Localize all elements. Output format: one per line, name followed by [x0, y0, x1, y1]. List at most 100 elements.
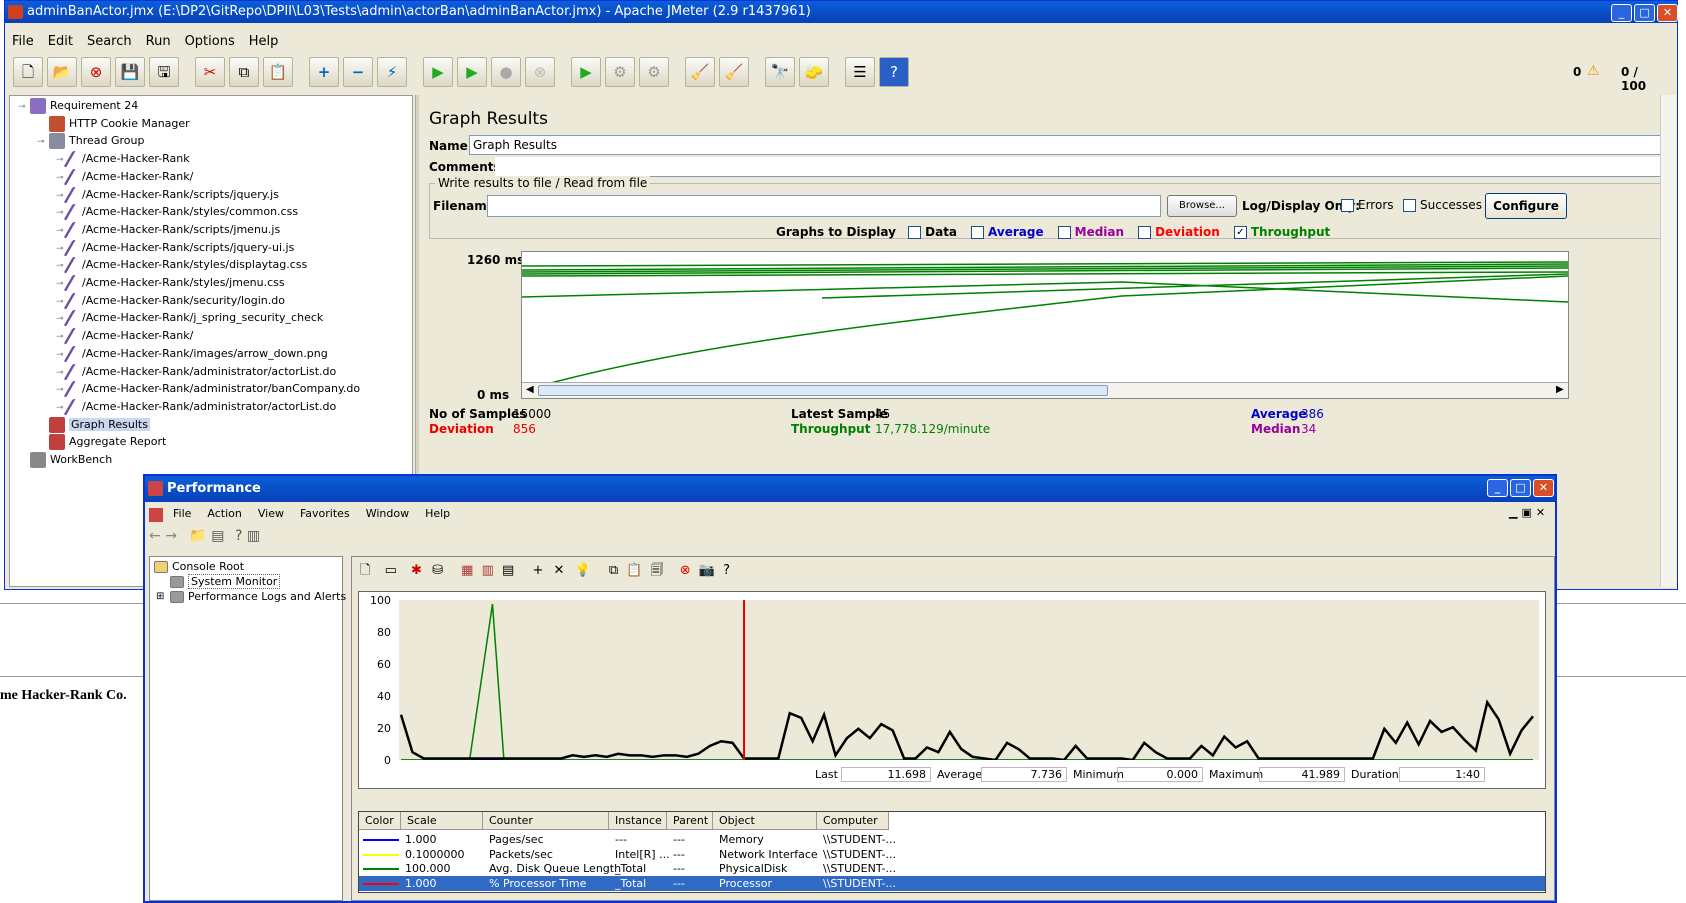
- tree-node[interactable]: ⊸/Acme-Hacker-Rank/scripts/jmenu.js: [56, 220, 280, 239]
- tree-node[interactable]: ⊸/Acme-Hacker-Rank/security/login.do: [56, 291, 285, 310]
- configure-button[interactable]: Configure: [1485, 193, 1567, 219]
- counter-row[interactable]: 1.000 % Processor Time _Total --- Processor \…: [359, 875, 1545, 891]
- successes-checkbox[interactable]: Successes: [1403, 198, 1482, 212]
- view-log-data-icon[interactable]: ⛁: [432, 563, 443, 578]
- paste-counter-list-icon[interactable]: 📋: [626, 563, 642, 578]
- tree-node[interactable]: ⊸/Acme-Hacker-Rank/administrator/actorLi…: [56, 362, 336, 381]
- mdi-window-controls[interactable]: ▁▣✕: [1509, 506, 1549, 519]
- show-tree-icon[interactable]: ▤: [211, 528, 224, 544]
- clear-display-icon[interactable]: ▭: [385, 563, 397, 578]
- view-histogram-icon[interactable]: ▥: [482, 563, 494, 578]
- tree-node[interactable]: ⊸/Acme-Hacker-Rank/administrator/banComp…: [56, 379, 360, 398]
- tree-node[interactable]: ⊸/Acme-Hacker-Rank/styles/jmenu.css: [56, 273, 285, 292]
- console-tree-node[interactable]: Console Root: [154, 559, 244, 574]
- tree-node[interactable]: ⊸/Acme-Hacker-Rank/styles/displaytag.css: [56, 255, 307, 274]
- pf-menu-action[interactable]: Action: [199, 504, 249, 523]
- tree-node[interactable]: ⊸/Acme-Hacker-Rank/: [56, 167, 193, 186]
- graph-check-average[interactable]: Average: [971, 225, 1044, 239]
- col-instance[interactable]: Instance: [609, 812, 667, 830]
- open-icon[interactable]: 📂: [47, 57, 77, 87]
- clear-all-icon[interactable]: 🧹: [719, 57, 749, 87]
- pf-menu-file[interactable]: File: [165, 504, 199, 523]
- menu-search[interactable]: Search: [80, 31, 139, 52]
- graph-check-median[interactable]: Median: [1057, 225, 1124, 239]
- remote-shutdown-icon[interactable]: ⚙: [639, 57, 669, 87]
- close-button[interactable]: ✕: [1657, 4, 1678, 22]
- maximize-button[interactable]: □: [1634, 4, 1655, 22]
- help-icon[interactable]: ?: [879, 57, 909, 87]
- counter-row[interactable]: 100.000 Avg. Disk Queue Length _Total --- Ph…: [359, 861, 1545, 876]
- scroll-left-icon[interactable]: ◀: [526, 384, 534, 395]
- freeze-display-icon[interactable]: ⊗: [680, 563, 691, 578]
- remote-stop-icon[interactable]: ⚙: [605, 57, 635, 87]
- name-field[interactable]: Graph Results: [469, 135, 1669, 155]
- graph-check-data[interactable]: Data: [908, 225, 957, 239]
- comments-field[interactable]: [495, 157, 1669, 177]
- console-tree-node[interactable]: ⊞ Performance Logs and Alerts: [156, 589, 346, 604]
- successes-check-box[interactable]: [1403, 199, 1416, 212]
- paste-icon[interactable]: 📋: [263, 57, 293, 87]
- menu-edit[interactable]: Edit: [41, 31, 80, 52]
- menu-help[interactable]: Help: [242, 31, 286, 52]
- graph-scrollbar[interactable]: ◀ ▶: [522, 382, 1568, 398]
- jmeter-vertical-scrollbar[interactable]: [1660, 95, 1676, 587]
- expand-icon[interactable]: ⊞: [156, 589, 164, 604]
- stop-icon[interactable]: ●: [491, 57, 521, 87]
- graph-check-box[interactable]: [1138, 226, 1152, 239]
- pf-menu-window[interactable]: Window: [358, 504, 417, 523]
- scroll-right-icon[interactable]: ▶: [1556, 384, 1564, 395]
- function-helper-icon[interactable]: ☰: [845, 57, 875, 87]
- perf-minimize-button[interactable]: _: [1487, 479, 1508, 497]
- col-parent[interactable]: Parent: [667, 812, 713, 830]
- tree-expander-icon[interactable]: ⊸: [37, 133, 49, 152]
- errors-checkbox[interactable]: Errors: [1341, 198, 1394, 212]
- minimize-button[interactable]: _: [1611, 4, 1632, 22]
- graph-check-box[interactable]: [971, 226, 985, 239]
- graph-check-box[interactable]: ✓: [1233, 226, 1247, 239]
- filename-input[interactable]: [487, 195, 1161, 217]
- add-counter-icon[interactable]: +: [532, 563, 543, 578]
- tree-node[interactable]: Graph Results: [37, 415, 150, 434]
- reset-search-icon[interactable]: 🧽: [799, 57, 829, 87]
- help-topic-icon[interactable]: ?: [235, 528, 242, 544]
- graph-check-box[interactable]: [1057, 226, 1071, 239]
- tree-node[interactable]: ⊸ Requirement 24: [18, 96, 138, 115]
- up-folder-icon[interactable]: 📁: [189, 528, 206, 544]
- menu-run[interactable]: Run: [139, 31, 178, 52]
- back-icon[interactable]: ←: [149, 528, 161, 544]
- remote-start-icon[interactable]: ▶: [571, 57, 601, 87]
- save-icon[interactable]: 💾: [115, 57, 145, 87]
- tree-expander-icon[interactable]: ⊸: [18, 98, 30, 117]
- tree-node[interactable]: ⊸/Acme-Hacker-Rank/: [56, 326, 193, 345]
- col-object[interactable]: Object: [713, 812, 817, 830]
- view-report-icon[interactable]: ▤: [502, 563, 514, 578]
- view-current-activity-icon[interactable]: ✱: [411, 563, 422, 578]
- copy-properties-icon[interactable]: ⧉: [609, 563, 618, 578]
- collapse-icon[interactable]: −: [343, 57, 373, 87]
- save-as-icon[interactable]: 🖫: [149, 57, 179, 87]
- counter-row[interactable]: 0.1000000 Packets/sec Intel[R] ... --- Netwo…: [359, 847, 1545, 862]
- tree-node[interactable]: ⊸/Acme-Hacker-Rank/scripts/jquery-ui.js: [56, 238, 294, 257]
- tree-node[interactable]: ⊸/Acme-Hacker-Rank/scripts/jquery.js: [56, 185, 279, 204]
- properties-icon[interactable]: ▥: [247, 528, 260, 544]
- menu-file[interactable]: File: [5, 31, 41, 52]
- view-graph-icon[interactable]: ▦: [461, 563, 473, 578]
- start-icon[interactable]: ▶: [423, 57, 453, 87]
- col-counter[interactable]: Counter: [483, 812, 609, 830]
- perf-close-button[interactable]: ✕: [1533, 479, 1554, 497]
- performance-title-bar[interactable]: Performance _ □ ✕: [145, 476, 1555, 502]
- tree-node[interactable]: ⊸/Acme-Hacker-Rank/styles/common.css: [56, 202, 298, 221]
- tree-node[interactable]: HTTP Cookie Manager: [37, 114, 190, 133]
- search-icon[interactable]: 🔭: [765, 57, 795, 87]
- tree-node[interactable]: ⊸/Acme-Hacker-Rank/images/arrow_down.png: [56, 344, 328, 363]
- col-computer[interactable]: Computer: [817, 812, 889, 830]
- forward-icon[interactable]: →: [165, 528, 177, 544]
- start-no-pause-icon[interactable]: ▶: [457, 57, 487, 87]
- pf-menu-help[interactable]: Help: [417, 504, 458, 523]
- toggle-icon[interactable]: ⚡: [377, 57, 407, 87]
- scroll-thumb[interactable]: [538, 385, 1108, 396]
- tree-node[interactable]: ⊸/Acme-Hacker-Rank/administrator/actorLi…: [56, 397, 336, 416]
- errors-check-box[interactable]: [1341, 199, 1354, 212]
- col-color[interactable]: Color: [359, 812, 401, 830]
- cut-icon[interactable]: ✂: [195, 57, 225, 87]
